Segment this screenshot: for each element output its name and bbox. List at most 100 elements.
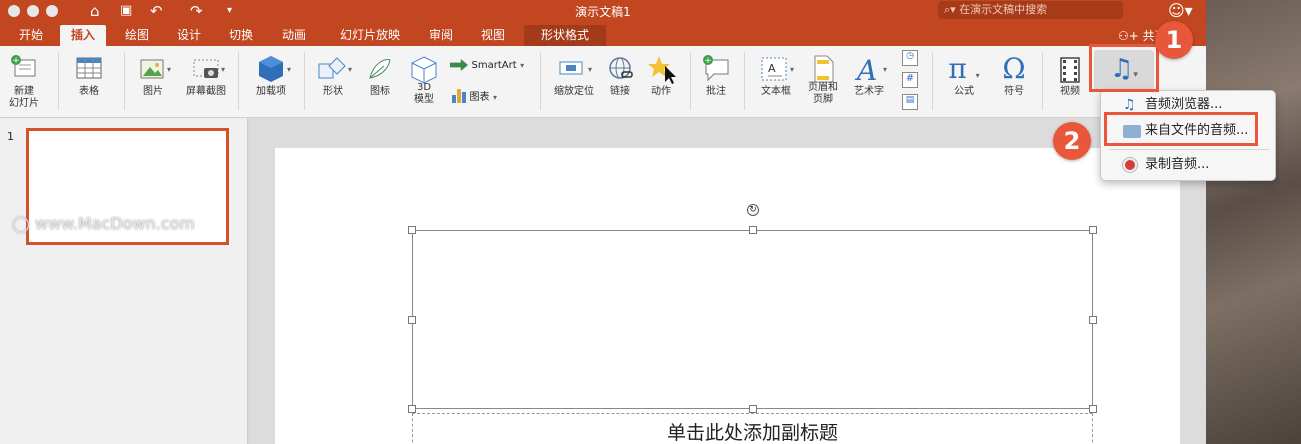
- title-placeholder[interactable]: [408, 226, 1097, 413]
- smartart-button[interactable]: SmartArt ▾: [450, 58, 540, 71]
- icons-icon: [369, 59, 391, 79]
- comment-label: 批注: [706, 86, 726, 97]
- resize-handle[interactable]: [1089, 405, 1097, 413]
- svg-text:▾: ▾: [790, 65, 794, 74]
- icons-button[interactable]: 图标: [360, 52, 400, 98]
- ribbon-tabs: 开始 插入 绘图 设计 切换 动画 幻灯片放映 审阅 视图 形状格式 ⚇+ 共享: [0, 22, 1206, 46]
- date-time-button[interactable]: ◷: [902, 50, 922, 66]
- tab-draw[interactable]: 绘图: [116, 25, 158, 46]
- resize-handle[interactable]: [1089, 226, 1097, 234]
- shapes-label: 形状: [323, 86, 343, 97]
- tab-view[interactable]: 视图: [472, 25, 514, 46]
- new-slide-button[interactable]: + 新建 幻灯片: [4, 52, 44, 110]
- callout-badge-step-1: 1: [1155, 21, 1193, 59]
- link-button[interactable]: 链接: [602, 52, 638, 98]
- search-input[interactable]: ⌕▾ 在演示文稿中搜索: [938, 1, 1123, 19]
- resize-handle[interactable]: [749, 405, 757, 413]
- subtitle-placeholder[interactable]: 单击此处添加副标题: [412, 413, 1093, 444]
- zoom-icon: ▾: [559, 61, 592, 75]
- equation-label: 公式: [954, 86, 974, 97]
- desktop-background: [1206, 0, 1301, 444]
- action-button[interactable]: 动作: [642, 52, 680, 98]
- icons-label: 图标: [370, 86, 390, 97]
- textbox-button[interactable]: A ▾ 文本框: [752, 52, 800, 98]
- wordart-button[interactable]: A ▾ 艺术字: [846, 52, 892, 98]
- pi-glyph: π: [948, 52, 967, 85]
- header-footer-label: 页眉和 页脚: [808, 82, 838, 105]
- omega-icon: Ω: [1002, 52, 1026, 85]
- svg-text:+: +: [704, 56, 712, 66]
- new-slide-icon: +: [11, 55, 36, 77]
- record-icon: [1123, 158, 1137, 172]
- callout-badge-step-2: 2: [1053, 122, 1091, 160]
- slide-number: 1: [7, 130, 14, 143]
- hash-icon: #: [902, 72, 918, 88]
- tab-design[interactable]: 设计: [168, 25, 210, 46]
- cube-icon: [411, 56, 437, 84]
- search-placeholder: 在演示文稿中搜索: [959, 3, 1048, 16]
- link-icon: [609, 57, 633, 79]
- addins-icon: ▾: [259, 56, 291, 82]
- textbox-icon: A ▾: [761, 57, 794, 81]
- object-button[interactable]: ▤: [902, 94, 922, 110]
- slide[interactable]: ↻ 单击此处添加副标题: [275, 148, 1180, 444]
- chart-label: 图表: [469, 92, 490, 103]
- zoom-button[interactable]: ▾ 缩放定位: [548, 52, 600, 98]
- tab-slideshow[interactable]: 幻灯片放映: [330, 25, 410, 46]
- shapes-button[interactable]: ▾ 形状: [310, 52, 356, 98]
- menu-item-record-audio[interactable]: 录制音频...: [1101, 153, 1277, 177]
- pi-icon: π ▾: [948, 52, 980, 85]
- svg-text:▾: ▾: [221, 65, 225, 74]
- svg-text:▾: ▾: [167, 65, 171, 74]
- video-button[interactable]: 视频: [1050, 52, 1090, 98]
- action-label: 动作: [651, 86, 671, 97]
- textbox-label: 文本框: [761, 86, 791, 97]
- title-bar: ⌂ ▣ ↶ ↷ ▾ 演示文稿1 ⌕▾ 在演示文稿中搜索 ☺▾: [0, 0, 1206, 22]
- tab-transitions[interactable]: 切换: [220, 25, 262, 46]
- smartart-label: SmartArt: [471, 60, 517, 71]
- 3d-model-button[interactable]: 3D 模型: [404, 52, 444, 106]
- smiley-icon[interactable]: ☺▾: [1168, 1, 1193, 20]
- svg-text:A: A: [768, 62, 776, 75]
- comment-button[interactable]: + 批注: [696, 52, 736, 98]
- slide-canvas: ↻ 单击此处添加副标题: [249, 118, 1206, 444]
- symbol-button[interactable]: Ω 符号: [994, 52, 1034, 98]
- chart-button[interactable]: 图表 ▾: [452, 88, 532, 106]
- slide-number-button[interactable]: #: [902, 72, 922, 88]
- screenshot-button[interactable]: ▾ 屏幕截图: [180, 52, 232, 98]
- wordart-label: 艺术字: [854, 86, 884, 97]
- film-icon: [1060, 57, 1080, 83]
- 3d-model-label: 3D 模型: [414, 82, 434, 105]
- svg-text:+: +: [12, 56, 20, 66]
- picture-label: 图片: [143, 86, 163, 97]
- comment-icon: +: [703, 55, 729, 82]
- header-footer-icon: [814, 55, 834, 83]
- tab-review[interactable]: 审阅: [420, 25, 462, 46]
- object-icon: ▤: [902, 94, 918, 110]
- resize-handle[interactable]: [408, 316, 416, 324]
- tab-insert[interactable]: 插入: [60, 25, 106, 46]
- table-icon: [76, 57, 102, 79]
- tab-home[interactable]: 开始: [10, 25, 52, 46]
- rotate-handle-icon[interactable]: ↻: [747, 204, 759, 216]
- resize-handle[interactable]: [749, 226, 757, 234]
- header-footer-button[interactable]: 页眉和 页脚: [802, 52, 844, 106]
- tab-animations[interactable]: 动画: [273, 25, 315, 46]
- resize-handle[interactable]: [408, 226, 416, 234]
- search-icon: ⌕▾: [944, 3, 956, 16]
- resize-handle[interactable]: [1089, 316, 1097, 324]
- callout-highlight-audio-from-file: [1104, 112, 1258, 146]
- resize-handle[interactable]: [408, 405, 416, 413]
- smartart-icon: [450, 59, 468, 71]
- svg-text:▾: ▾: [588, 65, 592, 74]
- screenshot-label: 屏幕截图: [186, 86, 226, 97]
- table-button[interactable]: 表格: [66, 52, 112, 98]
- picture-icon: ▾: [140, 59, 171, 79]
- picture-button[interactable]: ▾ 图片: [130, 52, 176, 98]
- addins-button[interactable]: ▾ 加载项: [246, 52, 296, 98]
- equation-button[interactable]: π ▾ 公式: [940, 52, 988, 98]
- watermark: ◯ www.MacDown.com: [12, 214, 195, 233]
- screenshot-icon: ▾: [193, 59, 225, 78]
- tab-shape-format[interactable]: 形状格式: [524, 25, 606, 46]
- action-star-icon: [648, 56, 676, 84]
